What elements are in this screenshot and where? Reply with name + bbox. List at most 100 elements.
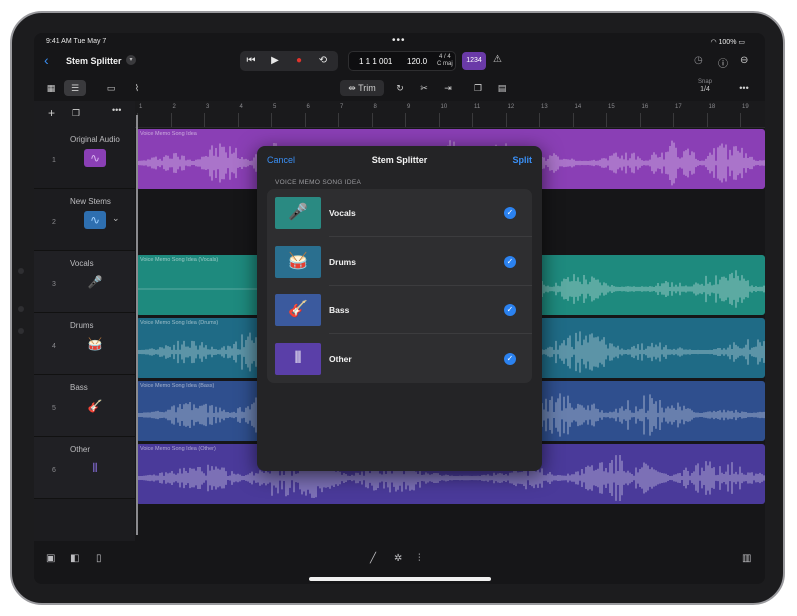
chevron-down-icon[interactable]: ⌄: [112, 213, 120, 224]
more-dots-icon[interactable]: •••: [392, 35, 406, 46]
checkmark-icon[interactable]: ✓: [504, 304, 516, 316]
header: ‹ Stem Splitter ▾ ⏮ ▶ ● ⟲ 1 1 1 001 120.…: [34, 49, 765, 73]
transport-controls: ⏮ ▶ ● ⟲: [240, 51, 338, 71]
wifi-icon: ◠: [710, 39, 719, 46]
record-icon[interactable]: ●: [292, 55, 306, 66]
lcd-display[interactable]: 1 1 1 001 120.0 4 / 4C maj: [348, 51, 456, 71]
plugin-icon[interactable]: ▯: [96, 553, 102, 564]
paste-icon[interactable]: ▤: [494, 80, 510, 96]
checkmark-icon[interactable]: ✓: [504, 255, 516, 268]
cycle-icon[interactable]: ⟲: [316, 55, 330, 66]
trim-label: Trim: [358, 83, 376, 93]
ruler-tick: 18: [708, 104, 716, 110]
rewind-icon[interactable]: ⏮: [244, 55, 258, 66]
help-icon[interactable]: ⓘ: [718, 55, 728, 70]
track-header[interactable]: 2 New Stems ∿ ⌄: [34, 189, 135, 251]
stem-option-label: Bass: [329, 305, 350, 315]
track-header[interactable]: 3 Vocals 🎤: [34, 251, 135, 313]
track-number: 6: [52, 467, 56, 474]
ruler-tick: 15: [608, 104, 615, 110]
ruler-tick: 17: [675, 104, 682, 110]
track-number: 5: [52, 405, 56, 412]
ruler-line: [237, 113, 239, 127]
add-track-icon[interactable]: +: [48, 106, 55, 120]
lcd-signature: 4 / 4C maj: [437, 54, 453, 68]
drums-icon: 🥁: [87, 337, 103, 351]
track-header[interactable]: 4 Drums 🥁: [34, 313, 135, 375]
window-icon[interactable]: ▭: [102, 80, 120, 96]
track-name: Bass: [70, 383, 88, 392]
ruler-line: [740, 113, 741, 127]
timeline-ruler[interactable]: 1 2 3 4 5 6 7 8 9 10 11 12 13 14 15 16 17 18 19: [135, 101, 765, 128]
more-icon[interactable]: •••: [736, 80, 752, 96]
stem-option-row[interactable]: 🎸 Bass ✓: [267, 286, 532, 334]
home-indicator[interactable]: [309, 577, 491, 581]
waveform-icon: ⦀: [275, 342, 321, 375]
trim-button[interactable]: ⇹ Trim: [340, 80, 384, 96]
lcd-position: 1 1 1 001: [359, 57, 393, 66]
track-number: 1: [52, 157, 56, 164]
track-number: 4: [52, 343, 56, 350]
microphone-icon: 🎤: [275, 197, 321, 229]
track-number: 2: [52, 219, 56, 226]
clock-icon[interactable]: ◷: [694, 55, 703, 66]
camera-dot: [18, 268, 24, 274]
duplicate-track-icon[interactable]: ❐: [72, 108, 80, 119]
ruler-tick: 1: [139, 104, 143, 110]
stem-list: 🎤 Vocals ✓ 🥁 Drums ✓ 🎸 Bass ✓ ⦀ Other ✓: [267, 189, 532, 383]
loop-icon[interactable]: ↻: [392, 80, 408, 96]
play-icon[interactable]: ▶: [268, 55, 282, 66]
toolbar: ▦ ☰ ▭ ⌇ ⇹ Trim ↻ ✂ ⇥ ❐ ▤ Snap 1/4 •••: [34, 77, 765, 99]
checkmark-icon[interactable]: ✓: [504, 352, 516, 365]
split-icon[interactable]: ✂: [416, 80, 432, 96]
checkmark-icon[interactable]: ✓: [504, 207, 516, 219]
grid-view-icon[interactable]: ▦: [42, 80, 60, 96]
pencil-icon[interactable]: ╱: [370, 553, 376, 564]
library-icon[interactable]: ▣: [46, 553, 55, 564]
playhead[interactable]: [136, 115, 138, 535]
metronome-icon[interactable]: ⚠: [493, 54, 502, 65]
stem-option-label: Other: [329, 353, 352, 364]
battery-icon: ▭: [738, 39, 745, 46]
copy-icon[interactable]: ❐: [470, 80, 486, 96]
snap-label: Snap: [698, 79, 713, 85]
split-button[interactable]: Split: [513, 155, 533, 165]
ruler-tick: 16: [641, 104, 649, 110]
waveform-icon: ∿: [84, 149, 106, 167]
chevron-down-icon[interactable]: ▾: [126, 55, 136, 65]
join-icon[interactable]: ⇥: [440, 80, 456, 96]
status-time: 9:41 AM Tue May 7: [46, 38, 107, 45]
mixer-icon[interactable]: ⫶: [418, 553, 421, 564]
ruler-line: [371, 113, 373, 127]
ruler-line: [539, 113, 540, 127]
automation-icon[interactable]: ⌇: [128, 80, 146, 96]
track-header[interactable]: 1 Original Audio ∿: [34, 127, 135, 189]
ruler-line: [606, 113, 607, 127]
ruler-line: [271, 113, 272, 127]
snap-control[interactable]: Snap 1/4: [698, 78, 712, 94]
stem-option-label: Drums: [329, 256, 356, 267]
tracks-view-icon[interactable]: ☰: [64, 80, 86, 96]
project-title[interactable]: Stem Splitter: [66, 56, 122, 66]
guitar-icon: 🎸: [87, 399, 103, 413]
track-more-icon[interactable]: •••: [112, 105, 121, 115]
dialog-section-header: VOICE MEMO SONG IDEA: [275, 179, 362, 186]
stem-option-row[interactable]: ⦀ Other ✓: [267, 335, 532, 383]
ruler-tick: 9: [407, 104, 411, 110]
track-header[interactable]: 5 Bass 🎸: [34, 375, 135, 437]
track-name: Other: [70, 445, 91, 454]
stem-option-row[interactable]: 🥁 Drums ✓: [267, 238, 532, 286]
inspector-icon[interactable]: ◧: [70, 553, 79, 564]
keyboard-icon[interactable]: ▥: [742, 553, 751, 564]
waveform-icon: ∿: [84, 211, 106, 229]
menu-circle-icon[interactable]: ⊖: [740, 55, 748, 66]
track-header[interactable]: 6 Other ⦀: [34, 437, 135, 499]
ruler-tick: 8: [373, 104, 377, 110]
track-name: Original Audio: [70, 135, 120, 144]
stem-option-row[interactable]: 🎤 Vocals ✓: [267, 189, 532, 237]
dial-icon[interactable]: ✲: [394, 553, 402, 564]
count-in-button[interactable]: 1234: [462, 52, 486, 70]
camera-dot: [18, 328, 24, 334]
ruler-line: [639, 113, 641, 127]
back-chevron-icon[interactable]: ‹: [44, 52, 49, 68]
